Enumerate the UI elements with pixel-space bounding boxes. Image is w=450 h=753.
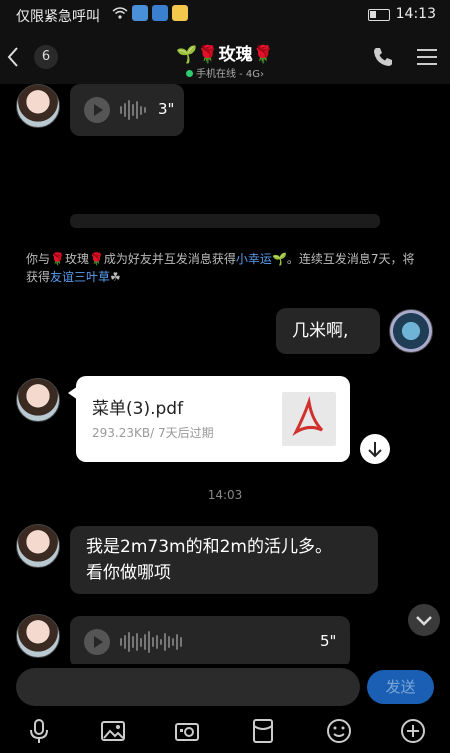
notice-text: 成为好友并互发消息获得 — [103, 252, 236, 266]
plus-icon[interactable] — [398, 716, 428, 746]
timestamp: 14:03 — [207, 488, 243, 502]
status-time: 14:13 — [395, 6, 436, 22]
voice-duration: 5" — [320, 632, 337, 650]
carrier-text: 仅限紧急呼叫 — [16, 9, 100, 25]
app-notification-icon — [132, 5, 148, 21]
message-notification-icon — [172, 5, 188, 21]
menu-icon-line — [417, 56, 437, 58]
microphone-icon[interactable] — [24, 716, 54, 746]
waveform-icon — [120, 630, 182, 654]
chat-message-list[interactable]: 3" 你与🌹玫瑰🌹成为好友并互发消息获得小幸运🌱。连续互发消息7天，将获得友谊三… — [0, 84, 450, 664]
lucky-link[interactable]: 小幸运 — [236, 252, 272, 266]
message-text: 几米啊, — [292, 321, 349, 341]
send-button[interactable]: 发送 — [367, 670, 434, 704]
chat-header: 6 🌱🌹玫瑰🌹 手机在线 - 4G› — [0, 32, 450, 84]
message-text-line: 我是2m73m的和2m的活儿多。 — [86, 537, 332, 557]
composer: 发送 — [0, 664, 450, 712]
contact-avatar[interactable] — [16, 84, 60, 128]
blurred-content — [70, 214, 380, 228]
download-button[interactable] — [360, 434, 390, 464]
menu-icon-line — [417, 63, 437, 65]
emoji-icon[interactable] — [324, 716, 354, 746]
online-status-text: 手机在线 - 4G — [195, 69, 261, 80]
file-meta: 293.23KB/ 7天后过期 — [92, 426, 214, 440]
menu-icon — [417, 49, 437, 51]
chevron-down-icon — [416, 616, 432, 626]
scroll-to-bottom-button[interactable] — [408, 604, 440, 636]
download-icon — [368, 442, 382, 458]
notice-text: 你与 — [26, 252, 51, 266]
phone-call-button[interactable] — [370, 44, 396, 70]
battery-icon — [368, 9, 390, 21]
play-icon[interactable] — [84, 97, 110, 123]
contact-avatar[interactable] — [16, 524, 60, 568]
camera-icon[interactable] — [172, 716, 202, 746]
clover-link[interactable]: 友谊三叶草 — [50, 270, 110, 284]
image-icon[interactable] — [98, 716, 128, 746]
incoming-message[interactable]: 我是2m73m的和2m的活儿多。 看你做哪项 — [70, 526, 378, 594]
composer-toolbar — [0, 712, 450, 753]
phone-icon — [374, 48, 392, 66]
play-icon[interactable] — [84, 629, 110, 655]
online-dot-icon — [185, 70, 193, 77]
file-message[interactable]: 菜单(3).pdf 293.23KB/ 7天后过期 — [68, 376, 350, 462]
pdf-icon — [282, 392, 336, 446]
message-input[interactable] — [16, 668, 360, 706]
notice-contact-name: 🌹玫瑰🌹 — [50, 252, 104, 266]
contact-avatar[interactable] — [16, 614, 60, 658]
shield-notification-icon — [152, 5, 168, 21]
clover-icon: ☘ — [110, 270, 121, 284]
file-name: 菜单(3).pdf — [92, 399, 184, 419]
voice-message[interactable]: 5" — [70, 616, 350, 664]
my-avatar[interactable] — [389, 309, 433, 353]
menu-button[interactable] — [414, 44, 440, 70]
outgoing-message[interactable]: 几米啊, — [276, 308, 380, 354]
chevron-right-icon: › — [260, 69, 265, 80]
voice-message[interactable]: 3" — [70, 84, 184, 136]
system-notice: 你与🌹玫瑰🌹成为好友并互发消息获得小幸运🌱。连续互发消息7天，将获得友谊三叶草☘ — [26, 250, 426, 286]
wifi-icon — [112, 5, 128, 21]
voice-duration: 3" — [158, 100, 175, 118]
red-packet-icon[interactable] — [248, 716, 278, 746]
status-bar: 仅限紧急呼叫 14:13 — [0, 0, 450, 32]
waveform-icon — [120, 98, 146, 122]
message-text-line: 看你做哪项 — [86, 563, 171, 583]
contact-avatar[interactable] — [16, 378, 60, 422]
